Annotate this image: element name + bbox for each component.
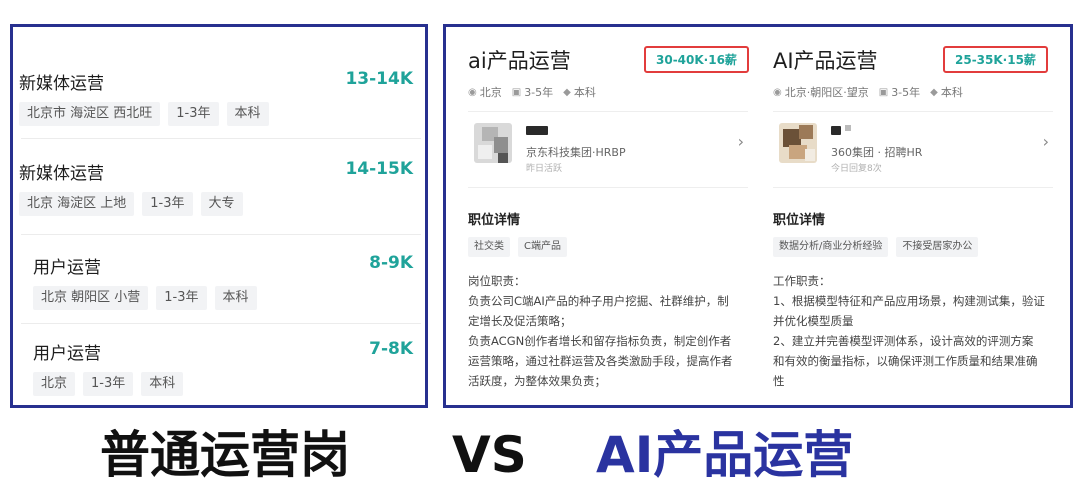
graduation-cap-icon: ◆ [563, 86, 571, 98]
divider [21, 138, 421, 139]
desc-line: 负责ACGN创作者增长和留存指标负责，制定创作者 [468, 334, 732, 348]
briefcase-icon: ▣ [511, 86, 522, 98]
location-tag: 北京 海淀区 上地 [19, 192, 135, 216]
salary-highlight: 25-35K·15薪 [943, 46, 1048, 73]
job-salary: 8-9K [369, 253, 413, 273]
divider [468, 187, 748, 188]
experience-tag: 1-3年 [83, 372, 134, 396]
avatar [779, 123, 817, 163]
job-title: AI产品运营 [773, 49, 878, 73]
experience-tag: 1-3年 [142, 192, 193, 216]
job-salary: 13-14K [345, 69, 413, 89]
regular-jobs-panel: 新媒体运营 13-14K 北京市 海淀区 西北旺 1-3年 本科 新媒体运营 1… [10, 24, 428, 408]
location-meta: ◉ 北京 [468, 86, 502, 99]
divider [21, 323, 421, 324]
desc-line: 性 [773, 374, 785, 388]
skill-tag: C端产品 [518, 237, 567, 257]
job-tags: 北京 1-3年 本科 [33, 372, 184, 396]
job-listing-4[interactable]: 用户运营 7-8K 北京 1-3年 本科 [13, 327, 425, 405]
chevron-right-icon[interactable]: › [1043, 132, 1049, 151]
location-pin-icon: ◉ [468, 86, 477, 98]
job-description: 岗位职责： 负责公司C端AI产品的种子用户挖掘、社群维护，制 定增长及促活策略；… [468, 271, 748, 391]
desc-line: 岗位职责： [468, 274, 526, 288]
education-meta: ◆ 本科 [563, 86, 596, 99]
job-salary: 14-15K [345, 159, 413, 179]
location-meta: ◉ 北京·朝阳区·望京 [773, 86, 869, 99]
job-meta: ◉ 北京 ▣ 3-5年 ◆ 本科 [468, 84, 596, 100]
chevron-right-icon[interactable]: › [738, 132, 744, 151]
job-listing-1[interactable]: 新媒体运营 13-14K 北京市 海淀区 西北旺 1-3年 本科 [13, 57, 425, 147]
recruiter-activity: 昨日活跃 [526, 164, 563, 174]
education-meta: ◆ 本科 [930, 86, 963, 99]
job-tags: 北京 朝阳区 小营 1-3年 本科 [33, 286, 257, 310]
job-title: 用户运营 [33, 258, 101, 278]
desc-line: 定增长及促活策略； [468, 314, 572, 328]
divider [468, 111, 748, 112]
experience-meta: ▣ 3-5年 [878, 86, 921, 99]
job-listing-3[interactable]: 用户运营 8-9K 北京 朝阳区 小营 1-3年 本科 [13, 241, 425, 331]
section-title: 职位详情 [468, 213, 521, 228]
section-title: 职位详情 [773, 213, 826, 228]
skill-tag: 不接受居家办公 [896, 237, 979, 257]
caption-ai-product-ops: AI产品运营 [596, 426, 854, 484]
location-pin-icon: ◉ [773, 86, 782, 98]
divider [773, 111, 1053, 112]
education-tag: 本科 [214, 286, 257, 310]
divider [21, 234, 421, 235]
experience-meta: ▣ 3-5年 [511, 86, 554, 99]
desc-line: 负责公司C端AI产品的种子用户挖掘、社群维护，制 [468, 294, 729, 308]
desc-line: 2、建立并完善模型评测体系，设计高效的评测方案 [773, 334, 1034, 348]
location-tag: 北京 朝阳区 小营 [33, 286, 149, 310]
job-title: ai产品运营 [468, 49, 571, 73]
education-tag: 大专 [200, 192, 243, 216]
job-listing-2[interactable]: 新媒体运营 14-15K 北京 海淀区 上地 1-3年 大专 [13, 147, 425, 237]
job-title: 用户运营 [33, 344, 101, 364]
job-detail-card-1: ai产品运营 30-40K·16薪 ◉ 北京 ▣ 3-5年 ◆ 本科 京东科技集团·H… [456, 27, 758, 405]
desc-line: 运营策略，通过社群运营及各类激励手段，提高作者 [468, 354, 733, 368]
desc-line: 和有效的衡量指标，以确保评测工作质量和结果准确 [773, 354, 1038, 368]
location-tag: 北京市 海淀区 西北旺 [19, 102, 161, 126]
skill-tags: 社交类 C端产品 [468, 237, 567, 257]
recruiter-activity: 今日回复8次 [831, 164, 882, 174]
recruiter-name-redacted [845, 125, 851, 131]
skill-tags: 数据分析/商业分析经验 不接受居家办公 [773, 237, 979, 257]
recruiter-name-redacted [526, 126, 548, 135]
job-tags: 北京 海淀区 上地 1-3年 大专 [19, 192, 243, 216]
job-meta: ◉ 北京·朝阳区·望京 ▣ 3-5年 ◆ 本科 [773, 84, 963, 100]
desc-line: 1、根据模型特征和产品应用场景，构建测试集，验证 [773, 294, 1045, 308]
graduation-cap-icon: ◆ [930, 86, 938, 98]
education-tag: 本科 [141, 372, 184, 396]
desc-line: 活跃度，为整体效果负责； [468, 374, 606, 388]
experience-tag: 1-3年 [168, 102, 219, 126]
location-tag: 北京 [33, 372, 76, 396]
recruiter-company: 京东科技集团·HRBP [526, 146, 626, 159]
salary-highlight: 30-40K·16薪 [644, 46, 749, 73]
education-tag: 本科 [226, 102, 269, 126]
briefcase-icon: ▣ [878, 86, 889, 98]
avatar [474, 123, 512, 163]
recruiter-company: 360集团 · 招聘HR [831, 146, 923, 159]
experience-tag: 1-3年 [156, 286, 207, 310]
desc-line: 并优化模型质量 [773, 314, 854, 328]
job-description: 工作职责： 1、根据模型特征和产品应用场景，构建测试集，验证 并优化模型质量 2… [773, 271, 1053, 391]
ai-jobs-panel: ai产品运营 30-40K·16薪 ◉ 北京 ▣ 3-5年 ◆ 本科 京东科技集团·H… [443, 24, 1073, 408]
job-title: 新媒体运营 [19, 164, 104, 184]
recruiter-name-redacted [831, 126, 841, 135]
skill-tag: 社交类 [468, 237, 510, 257]
job-detail-card-2: AI产品运营 25-35K·15薪 ◉ 北京·朝阳区·望京 ▣ 3-5年 ◆ 本科 3… [761, 27, 1063, 405]
desc-line: 工作职责： [773, 274, 831, 288]
skill-tag: 数据分析/商业分析经验 [773, 237, 889, 257]
job-tags: 北京市 海淀区 西北旺 1-3年 本科 [19, 102, 269, 126]
job-salary: 7-8K [369, 339, 413, 359]
caption-regular-ops: 普通运营岗 [100, 426, 350, 484]
caption-vs: VS [452, 426, 527, 484]
job-title: 新媒体运营 [19, 74, 104, 94]
divider [773, 187, 1053, 188]
